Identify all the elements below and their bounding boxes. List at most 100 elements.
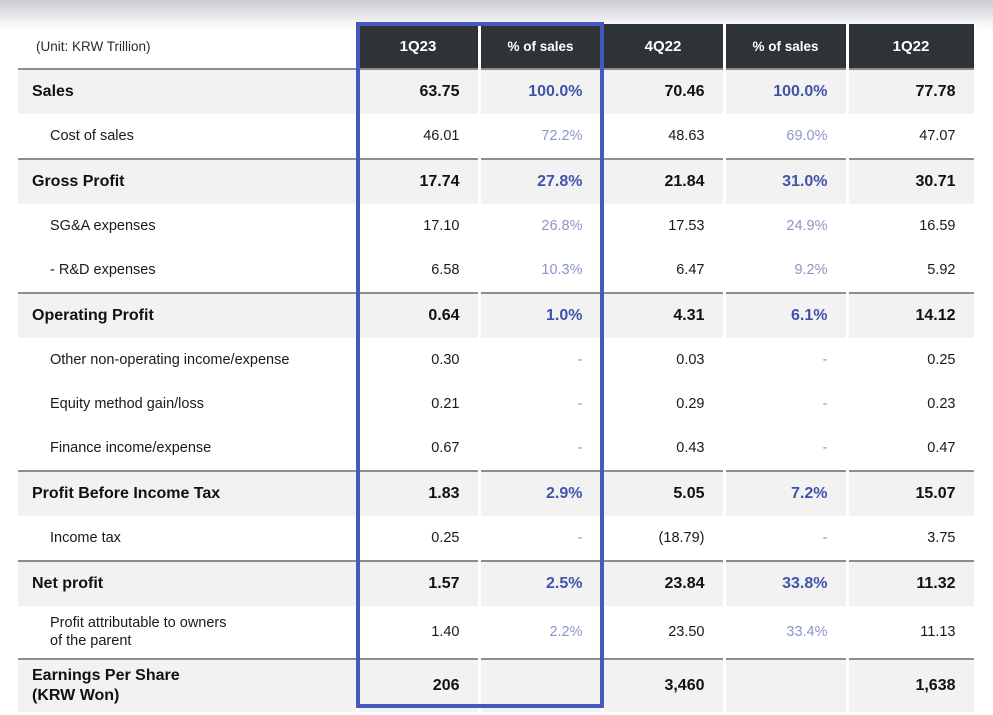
cell-q4_22: 0.43: [600, 426, 726, 471]
cell-pct_1: 26.8%: [477, 204, 604, 248]
row-label: Net profit: [18, 560, 357, 606]
cell-q4_22: 17.53: [600, 204, 726, 248]
cell-q4_22: (18.79): [600, 516, 726, 561]
cell-pct_2: -: [722, 382, 849, 426]
financial-statement-sheet: (Unit: KRW Trillion) 1Q23 % of sales 4Q2…: [0, 0, 993, 715]
cell-q4_22: 4.31: [600, 292, 726, 338]
cell-q4_22: 6.47: [600, 248, 726, 293]
cell-pct_1: -: [477, 338, 604, 382]
row-label: Earnings Per Share (KRW Won): [18, 658, 357, 712]
cell-q1_23: 17.10: [355, 204, 481, 248]
row-label-line1: Sales: [32, 83, 74, 100]
row-label-line1: - R&D expenses: [50, 261, 156, 278]
cell-q1_23: 0.67: [355, 426, 481, 471]
table-row: Cost of sales 46.01 72.2% 48.63 69.0% 47.07: [18, 114, 977, 159]
cell-q1_22: 15.07: [845, 470, 977, 516]
cell-pct_1: 100.0%: [477, 68, 604, 114]
row-label-line1: Net profit: [32, 575, 104, 592]
row-label: Profit attributable to owners of the pare…: [18, 606, 357, 659]
cell-pct_1: 2.9%: [477, 470, 604, 516]
cell-pct_2: 9.2%: [722, 248, 849, 293]
cell-q1_23: 17.74: [355, 158, 481, 204]
column-header-1q23[interactable]: 1Q23: [355, 24, 481, 69]
financial-summary-table: (Unit: KRW Trillion) 1Q23 % of sales 4Q2…: [18, 24, 977, 712]
cell-pct_2: 24.9%: [722, 204, 849, 248]
cell-pct_2: -: [722, 516, 849, 561]
cell-pct_2: 7.2%: [722, 470, 849, 516]
cell-pct_2: 100.0%: [722, 68, 849, 114]
cell-q1_22: 5.92: [845, 248, 977, 293]
cell-q4_22: 5.05: [600, 470, 726, 516]
row-label-line2: of the parent: [50, 633, 132, 649]
cell-q1_23: 46.01: [355, 114, 481, 159]
cell-pct_1: -: [477, 516, 604, 561]
row-label-line1: Profit attributable to owners: [50, 614, 227, 631]
cell-q4_22: 0.03: [600, 338, 726, 382]
cell-pct_2: 6.1%: [722, 292, 849, 338]
cell-pct_1: -: [477, 426, 604, 471]
cell-q1_23: 0.64: [355, 292, 481, 338]
row-label: Sales: [18, 68, 357, 114]
cell-pct_2: 69.0%: [722, 114, 849, 159]
column-header-4q22[interactable]: 4Q22: [600, 24, 726, 69]
cell-pct_1: 10.3%: [477, 248, 604, 293]
table-row: Gross Profit 17.74 27.8% 21.84 31.0% 30.71: [18, 158, 977, 204]
cell-pct_1: -: [477, 382, 604, 426]
table-row: Profit Before Income Tax 1.83 2.9% 5.05 7.2%…: [18, 470, 977, 516]
cell-q1_23: 0.25: [355, 516, 481, 561]
cell-pct_2: -: [722, 426, 849, 471]
row-label-line1: Operating Profit: [32, 307, 154, 324]
row-label: Other non-operating income/expense: [18, 338, 357, 382]
table-row: Income tax 0.25- (18.79) -3.75: [18, 516, 977, 561]
cell-q4_22: 0.29: [600, 382, 726, 426]
cell-q1_23: 0.30: [355, 338, 481, 382]
cell-q1_23: 0.21: [355, 382, 481, 426]
column-header-1q22[interactable]: 1Q22: [845, 24, 977, 69]
cell-pct_2: 31.0%: [722, 158, 849, 204]
header-row: (Unit: KRW Trillion) 1Q23 % of sales 4Q2…: [18, 24, 977, 70]
cell-q1_22: 14.12: [845, 292, 977, 338]
row-label: Income tax: [18, 516, 357, 561]
table-row: - R&D expenses 6.58 10.3% 6.47 9.2% 5.92: [18, 248, 977, 293]
cell-q1_22: 3.75: [845, 516, 977, 561]
cell-q4_22: 21.84: [600, 158, 726, 204]
cell-pct_2: [722, 658, 849, 712]
cell-q4_22: 23.84: [600, 560, 726, 606]
row-label: Cost of sales: [18, 114, 357, 159]
unit-note: (Unit: KRW Trillion): [18, 24, 357, 70]
column-header-pct-of-sales-1q23[interactable]: % of sales: [477, 24, 604, 69]
cell-q1_22: 30.71: [845, 158, 977, 204]
table-row: Operating Profit 0.64 1.0% 4.31 6.1% 14.12: [18, 292, 977, 338]
row-label: Operating Profit: [18, 292, 357, 338]
cell-pct_1: 2.5%: [477, 560, 604, 606]
row-label: Equity method gain/loss: [18, 382, 357, 426]
row-label-line1: Other non-operating income/expense: [50, 351, 290, 368]
cell-pct_1: 1.0%: [477, 292, 604, 338]
table-row: Sales 63.75 100.0% 70.46 100.0% 77.78: [18, 68, 977, 114]
cell-q4_22: 70.46: [600, 68, 726, 114]
row-label: SG&A expenses: [18, 204, 357, 248]
cell-q1_22: 11.32: [845, 560, 977, 606]
table-row: SG&A expenses 17.10 26.8% 17.53 24.9% 16.59: [18, 204, 977, 248]
table-header: (Unit: KRW Trillion) 1Q23 % of sales 4Q2…: [18, 24, 977, 70]
cell-q1_23: 1.40: [355, 606, 481, 659]
table-row: Profit attributable to owners of the pare…: [18, 606, 977, 659]
cell-q1_23: 1.57: [355, 560, 481, 606]
cell-pct_1: 72.2%: [477, 114, 604, 159]
cell-q1_23: 6.58: [355, 248, 481, 293]
table-body: Sales 63.75 100.0% 70.46 100.0% 77.78 Cost of …: [18, 68, 977, 712]
row-label-line1: Gross Profit: [32, 173, 125, 190]
cell-pct_1: 2.2%: [477, 606, 604, 659]
cell-q4_22: 3,460: [600, 658, 726, 712]
table-row: Earnings Per Share (KRW Won) 206 3,460 1,638: [18, 658, 977, 712]
row-label-line1: Income tax: [50, 529, 121, 546]
column-header-pct-of-sales-4q22[interactable]: % of sales: [722, 24, 849, 69]
cell-q1_22: 77.78: [845, 68, 977, 114]
cell-q4_22: 23.50: [600, 606, 726, 659]
cell-q1_22: 1,638: [845, 658, 977, 712]
cell-q1_23: 1.83: [355, 470, 481, 516]
table-row: Net profit 1.57 2.5% 23.84 33.8% 11.32: [18, 560, 977, 606]
cell-q1_22: 47.07: [845, 114, 977, 159]
row-label: Finance income/expense: [18, 426, 357, 471]
cell-q1_22: 0.47: [845, 426, 977, 471]
